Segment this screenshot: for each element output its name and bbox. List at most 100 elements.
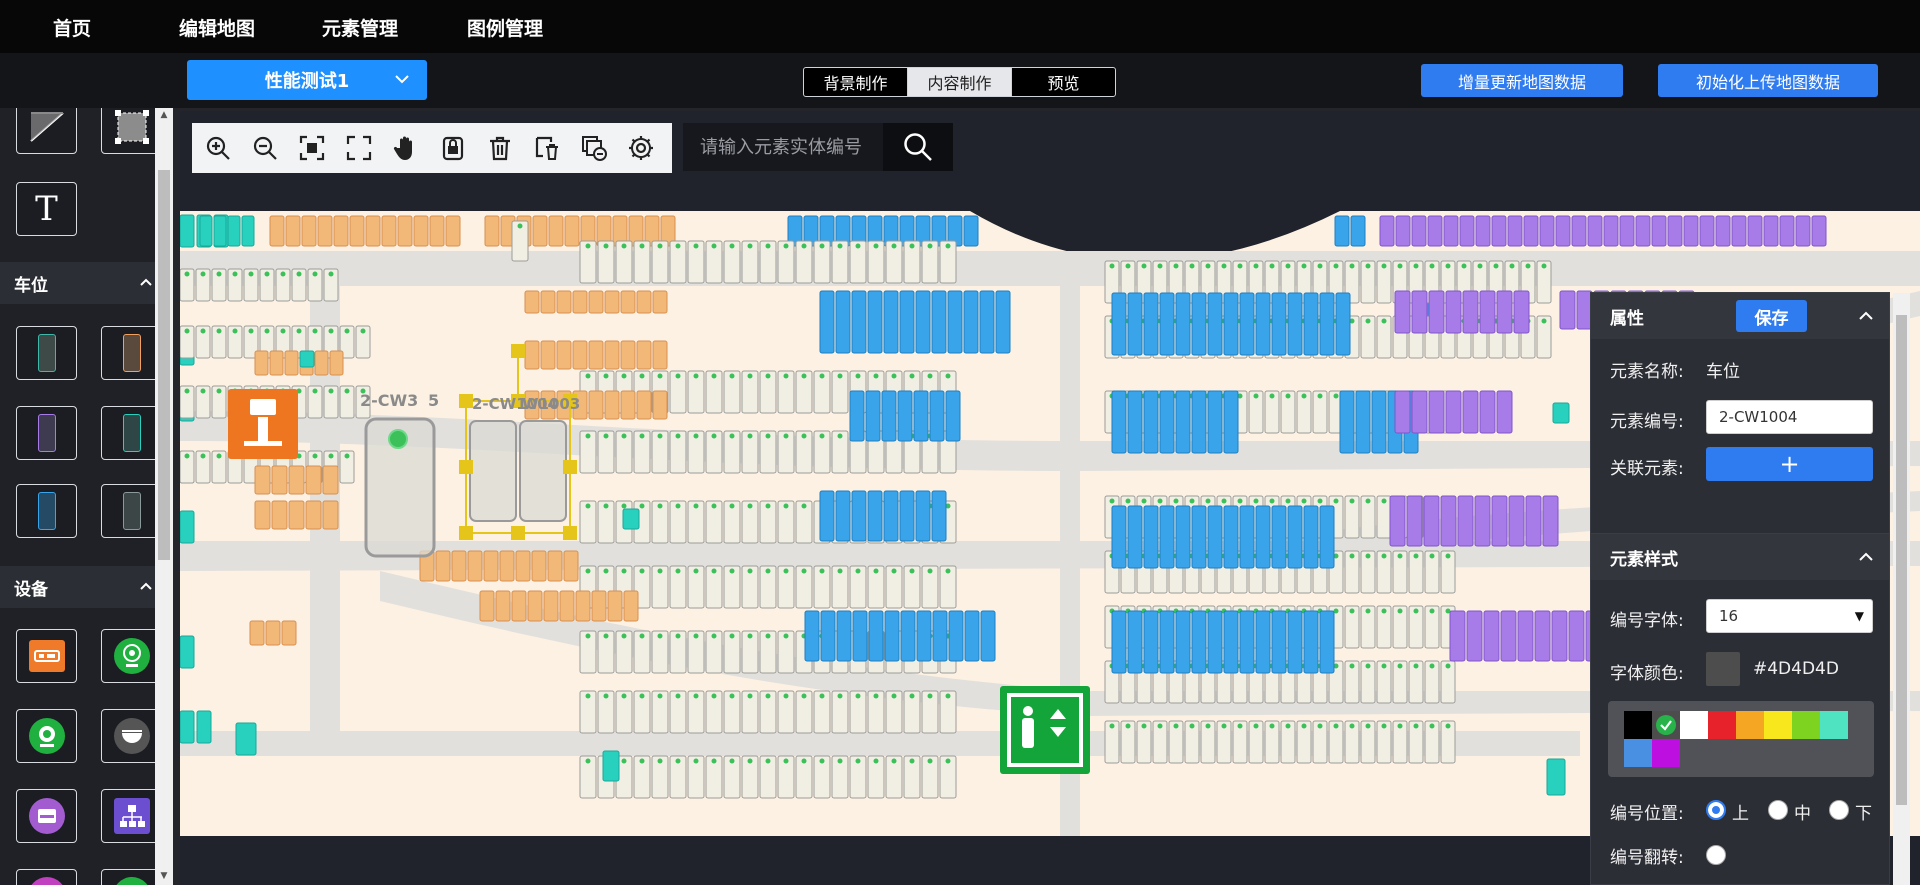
nav-home[interactable]: 首页 xyxy=(53,14,91,41)
position-top-radio[interactable] xyxy=(1706,800,1726,820)
parking-type-blue[interactable] xyxy=(16,484,77,538)
save-button[interactable]: 保存 xyxy=(1736,300,1807,332)
lock-icon[interactable] xyxy=(436,131,470,165)
parking-space xyxy=(1143,505,1159,569)
device-dome-camera[interactable] xyxy=(101,709,162,763)
space-sensor-dot xyxy=(945,758,951,764)
parking-space xyxy=(1546,758,1566,796)
zoom-in-icon[interactable] xyxy=(201,131,235,165)
device-camera-green[interactable] xyxy=(101,629,162,683)
swatch-black[interactable] xyxy=(1624,711,1652,739)
parking-icon xyxy=(37,492,56,530)
swatch-yellow[interactable] xyxy=(1764,711,1792,739)
swatch-orange[interactable] xyxy=(1736,711,1764,739)
parking-space xyxy=(527,590,543,622)
space-sensor-dot xyxy=(1381,318,1387,324)
device-camera-round[interactable] xyxy=(16,709,77,763)
font-size-select[interactable]: 16 ▼ xyxy=(1706,599,1873,633)
zoom-out-icon[interactable] xyxy=(248,131,282,165)
label-flip-toggle[interactable] xyxy=(1706,845,1726,865)
swatch-red[interactable] xyxy=(1708,711,1736,739)
element-code-field[interactable]: 2-CW1004 xyxy=(1706,400,1873,434)
space-sensor-dot xyxy=(1365,498,1371,504)
space-sensor-dot xyxy=(1365,318,1371,324)
scroll-thumb[interactable] xyxy=(158,170,170,560)
parking-type-gray[interactable] xyxy=(16,326,77,380)
position-middle-radio[interactable] xyxy=(1768,800,1788,820)
panel-scrollbar[interactable] xyxy=(1893,293,1910,885)
space-sensor-dot xyxy=(1301,723,1307,729)
scroll-down-arrow-icon[interactable]: ▼ xyxy=(159,872,169,881)
project-select[interactable]: 性能测试1 xyxy=(187,60,427,100)
tab-content[interactable]: 内容制作 xyxy=(908,68,1012,96)
device-barrier[interactable] xyxy=(16,789,77,843)
fullscreen-icon[interactable] xyxy=(342,131,376,165)
parking-space xyxy=(1491,215,1507,247)
space-sensor-dot xyxy=(344,453,350,459)
tab-preview[interactable]: 预览 xyxy=(1012,68,1115,96)
scroll-up-arrow-icon[interactable]: ▲ xyxy=(159,111,169,120)
add-linked-element-button[interactable]: + xyxy=(1706,447,1873,481)
remove-layer-icon[interactable] xyxy=(577,131,611,165)
settings-icon[interactable] xyxy=(624,131,658,165)
parking-type-teal[interactable] xyxy=(101,406,162,460)
element-search-input[interactable] xyxy=(683,123,883,171)
init-upload-button[interactable]: 初始化上传地图数据 xyxy=(1658,64,1878,97)
parking-space xyxy=(868,610,884,662)
hand-icon[interactable] xyxy=(389,131,423,165)
space-sensor-dot xyxy=(264,328,270,334)
nav-element-manage[interactable]: 元素管理 xyxy=(322,14,398,41)
space-sensor-dot xyxy=(1381,723,1387,729)
nav-legend-manage[interactable]: 图例管理 xyxy=(467,14,543,41)
chevron-up-icon[interactable] xyxy=(1857,548,1875,566)
search-button[interactable] xyxy=(883,123,953,171)
parking-space xyxy=(1379,215,1395,247)
position-bottom-radio[interactable] xyxy=(1829,800,1849,820)
parking-type-orange[interactable] xyxy=(101,326,162,380)
swatch-blue[interactable] xyxy=(1624,739,1652,767)
space-sensor-dot xyxy=(873,373,879,379)
space-sensor-dot xyxy=(585,693,591,699)
dome-camera-icon xyxy=(113,718,150,754)
device-network[interactable] xyxy=(101,789,162,843)
position-bottom-label: 下 xyxy=(1855,804,1872,824)
chevron-up-icon[interactable] xyxy=(1857,307,1875,325)
section-parking[interactable]: 车位 xyxy=(0,262,160,304)
tab-background[interactable]: 背景制作 xyxy=(804,68,908,96)
device-extra-1[interactable] xyxy=(16,869,77,885)
space-sensor-dot xyxy=(328,388,334,394)
parking-space xyxy=(1111,390,1127,454)
space-sensor-dot xyxy=(639,373,645,379)
space-sensor-dot xyxy=(639,758,645,764)
swatch-white[interactable] xyxy=(1680,711,1708,739)
space-sensor-dot xyxy=(711,633,717,639)
swatch-gray[interactable] xyxy=(1652,711,1680,739)
scroll-thumb[interactable] xyxy=(1896,315,1907,805)
parking-type-purple[interactable] xyxy=(16,406,77,460)
parking-space xyxy=(235,722,257,756)
space-sensor-dot xyxy=(711,693,717,699)
text-tool[interactable]: T xyxy=(16,182,77,236)
parking-space xyxy=(849,390,865,442)
parking-space xyxy=(1207,390,1223,454)
font-color-preview[interactable] xyxy=(1706,652,1740,686)
parking-type-dark[interactable] xyxy=(101,484,162,538)
parking-space xyxy=(881,390,897,442)
parking-space xyxy=(867,490,883,542)
parking-space xyxy=(1143,610,1159,674)
delete-icon[interactable] xyxy=(483,131,517,165)
swatch-purple[interactable] xyxy=(1652,739,1680,767)
section-device[interactable]: 设备 xyxy=(0,566,160,608)
device-extra-2[interactable] xyxy=(101,869,162,885)
fit-icon[interactable] xyxy=(295,131,329,165)
parking-space xyxy=(1159,610,1175,674)
nav-edit-map[interactable]: 编辑地图 xyxy=(179,14,255,41)
swatch-cyan[interactable] xyxy=(1820,711,1848,739)
device-gate[interactable] xyxy=(16,629,77,683)
sidebar-scrollbar[interactable]: ▲ ▼ xyxy=(155,108,173,885)
rect-select-tool[interactable] xyxy=(101,108,162,154)
delete-layer-icon[interactable] xyxy=(530,131,564,165)
swatch-green[interactable] xyxy=(1792,711,1820,739)
incremental-update-button[interactable]: 增量更新地图数据 xyxy=(1421,64,1623,97)
polyline-tool[interactable] xyxy=(16,108,77,154)
